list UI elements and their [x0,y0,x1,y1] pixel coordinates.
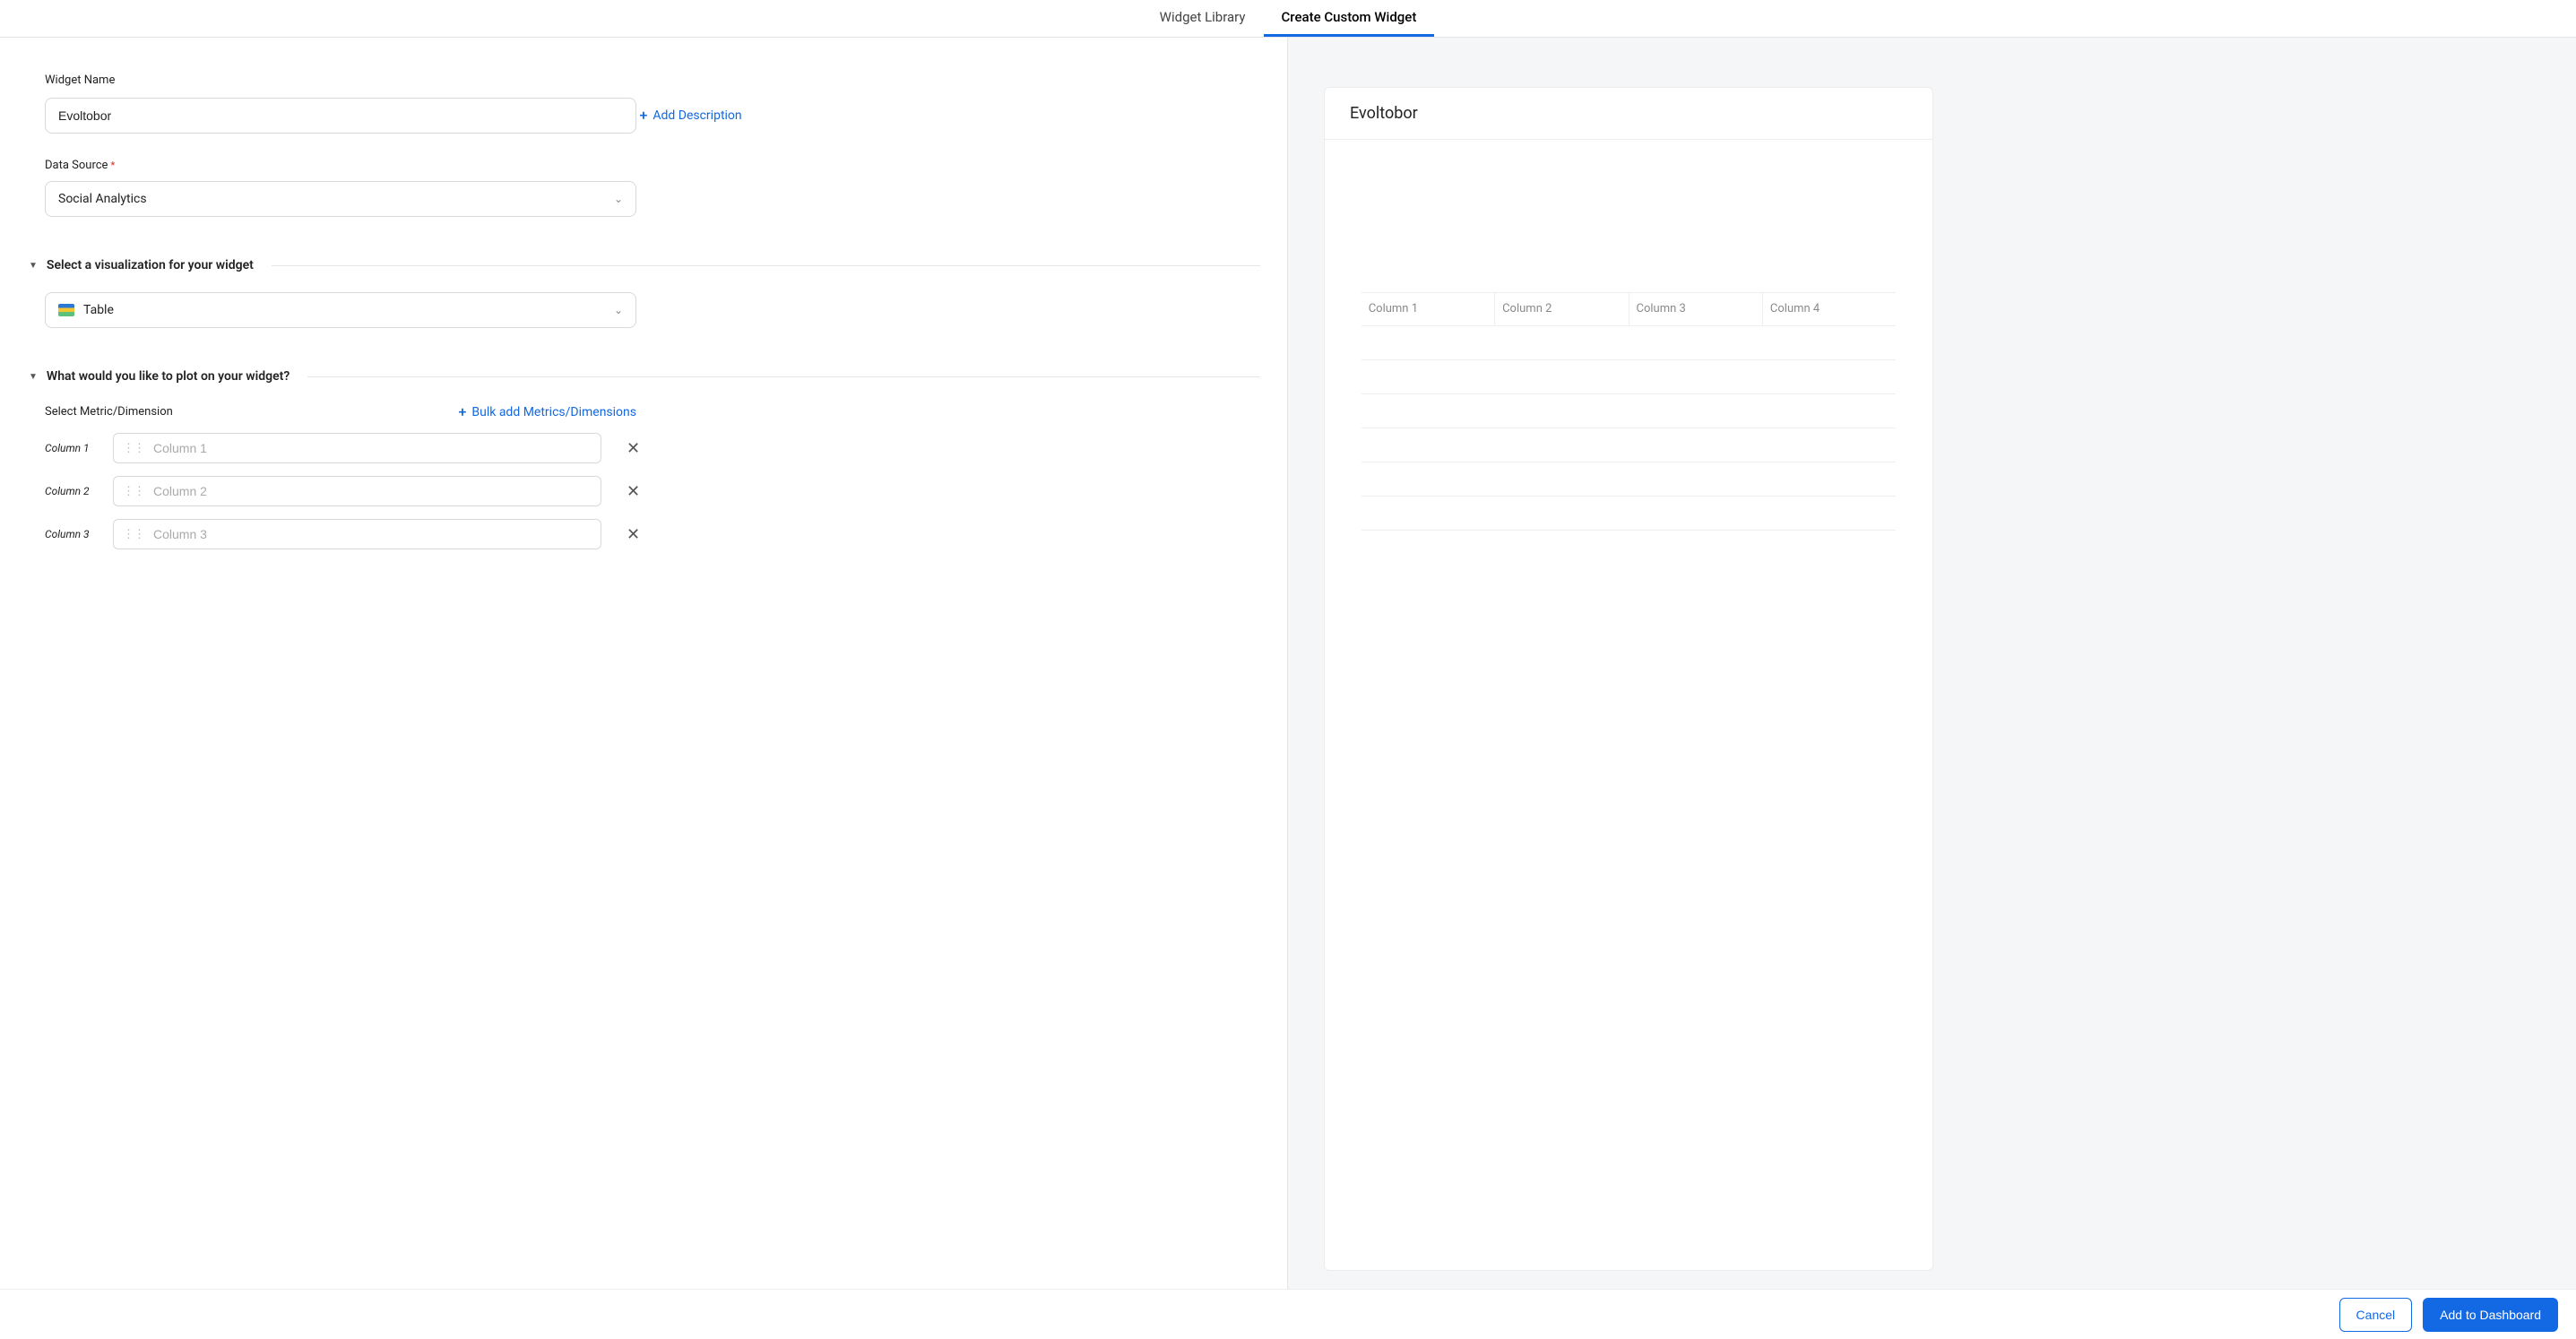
tabs-header: Widget Library Create Custom Widget [0,0,2576,38]
chevron-down-icon: ⌄ [614,304,623,316]
tab-create-custom-widget[interactable]: Create Custom Widget [1264,0,1435,37]
column-label: Column 3 [45,528,97,540]
table-row [1361,497,1897,531]
close-icon[interactable]: ✕ [623,522,644,548]
add-to-dashboard-button[interactable]: Add to Dashboard [2423,1298,2558,1332]
column-label: Column 1 [45,442,97,454]
column-1-input[interactable] [153,441,592,455]
widget-name-input[interactable] [45,98,636,134]
divider [307,376,1260,377]
metric-row: Column 2 ⋮⋮ ✕ [45,476,672,506]
table-header-cell: Column 1 [1361,293,1495,325]
table-row [1361,428,1897,462]
table-header-cell: Column 4 [1763,293,1896,325]
preview-panel: Evoltobor Column 1 Column 2 Column 3 Col… [1288,38,2576,1289]
plus-icon: + [639,107,647,124]
cancel-button[interactable]: Cancel [2339,1298,2413,1332]
column-label: Column 2 [45,485,97,497]
visualization-value: Table [83,303,114,317]
viz-section-title: Select a visualization for your widget [47,258,254,272]
close-icon[interactable]: ✕ [623,479,644,505]
preview-card: Evoltobor Column 1 Column 2 Column 3 Col… [1324,87,1933,1271]
table-row [1361,394,1897,428]
table-row [1361,462,1897,497]
footer: Cancel Add to Dashboard [0,1289,2576,1339]
caret-down-icon[interactable]: ▼ [29,372,38,382]
divider [272,265,1260,266]
table-row [1361,360,1897,394]
column-input-wrap[interactable]: ⋮⋮ [113,433,601,463]
bulk-add-label: Bulk add Metrics/Dimensions [471,405,636,419]
column-input-wrap[interactable]: ⋮⋮ [113,476,601,506]
visualization-select[interactable]: Table ⌄ [45,292,636,328]
form-panel: Widget Name + Add Description Data Sourc… [0,38,1288,1289]
tab-widget-library[interactable]: Widget Library [1142,0,1264,37]
add-description-link[interactable]: + Add Description [639,107,741,124]
table-row [1361,326,1897,360]
preview-title: Evoltobor [1325,88,1932,140]
column-input-wrap[interactable]: ⋮⋮ [113,519,601,549]
select-metric-label: Select Metric/Dimension [45,405,173,419]
plot-section-title: What would you like to plot on your widg… [47,369,290,384]
drag-handle-icon[interactable]: ⋮⋮ [123,485,144,498]
data-source-value: Social Analytics [58,192,147,206]
drag-handle-icon[interactable]: ⋮⋮ [123,528,144,541]
bulk-add-link[interactable]: + Bulk add Metrics/Dimensions [459,403,636,420]
preview-table: Column 1 Column 2 Column 3 Column 4 [1361,292,1897,531]
column-2-input[interactable] [153,484,592,498]
column-3-input[interactable] [153,527,592,541]
data-source-label: Data Source* [45,159,1260,172]
table-header-row: Column 1 Column 2 Column 3 Column 4 [1361,292,1897,326]
chevron-down-icon: ⌄ [614,193,623,205]
drag-handle-icon[interactable]: ⋮⋮ [123,442,144,455]
widget-name-label: Widget Name [45,73,1260,87]
close-icon[interactable]: ✕ [623,436,644,462]
data-source-select[interactable]: Social Analytics ⌄ [45,181,636,217]
table-header-cell: Column 2 [1495,293,1629,325]
table-icon [58,304,74,316]
metric-row: Column 1 ⋮⋮ ✕ [45,433,672,463]
caret-down-icon[interactable]: ▼ [29,261,38,271]
plus-icon: + [459,403,467,420]
required-icon: * [110,160,115,171]
add-description-label: Add Description [653,108,741,123]
metric-row: Column 3 ⋮⋮ ✕ [45,519,672,549]
table-header-cell: Column 3 [1629,293,1763,325]
